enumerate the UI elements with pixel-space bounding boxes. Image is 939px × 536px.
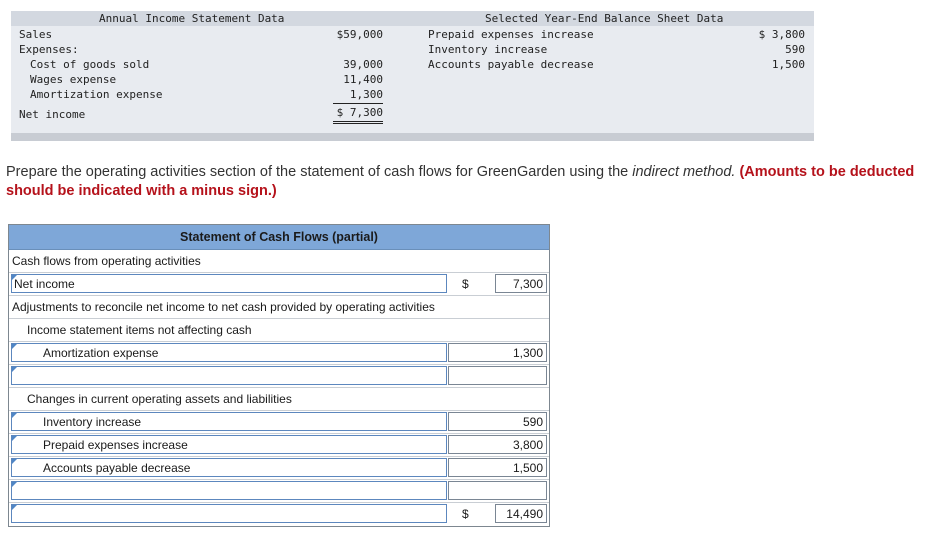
non-cash-label: Income statement items not affecting cas… <box>27 323 252 337</box>
prepaid-label: Prepaid expenses increase <box>428 28 594 41</box>
amortization-account-input[interactable]: Amortization expense <box>11 343 447 362</box>
blank-changes-account-input[interactable] <box>11 481 447 500</box>
section-label: Cash flows from operating activities <box>12 254 201 268</box>
total-account-input[interactable] <box>11 504 447 523</box>
accounts-payable-label: Accounts payable decrease <box>428 58 594 71</box>
accounts-payable-account-label: Accounts payable decrease <box>43 461 191 475</box>
blank-noncash-amount-input[interactable] <box>448 366 547 385</box>
wages-label: Wages expense <box>30 73 117 86</box>
amortization-label: Amortization expense <box>30 88 163 101</box>
accounts-payable-value: 1,500 <box>771 58 805 71</box>
amortization-account-label: Amortization expense <box>43 346 159 360</box>
prepaid-row: Prepaid expenses increase 3,800 <box>9 434 549 457</box>
dollar-sign: $ <box>462 277 469 291</box>
net-income-account-label: Net income <box>14 277 75 291</box>
prepaid-account-label: Prepaid expenses increase <box>43 438 188 452</box>
dropdown-flag-icon <box>12 505 17 510</box>
total-dollar-sign: $ <box>462 507 469 521</box>
net-income-account-input[interactable]: Net income <box>11 274 447 293</box>
blank-changes-amount-input[interactable] <box>448 481 547 500</box>
amortization-value: 1,300 <box>333 88 383 104</box>
cogs-label: Cost of goods sold <box>30 58 150 71</box>
inventory-label: Inventory increase <box>428 43 548 56</box>
blank-changes-row <box>9 480 549 503</box>
blank-noncash-row <box>9 365 549 388</box>
amortization-amount-input[interactable]: 1,300 <box>448 343 547 362</box>
given-data-panel: Annual Income Statement Data Sales $59,0… <box>11 11 814 141</box>
dropdown-flag-icon <box>12 344 17 349</box>
net-income-amount-input[interactable]: 7,300 <box>495 274 547 293</box>
prepaid-value: $ 3,800 <box>758 28 805 41</box>
sales-value: $59,000 <box>336 28 383 41</box>
non-cash-row: Income statement items not affecting cas… <box>9 319 549 342</box>
net-income-label: Net income <box>19 108 86 121</box>
adjustments-row: Adjustments to reconcile net income to n… <box>9 296 549 319</box>
dropdown-flag-icon <box>12 436 17 441</box>
prepaid-amount-input[interactable]: 3,800 <box>448 435 547 454</box>
amortization-row: Amortization expense 1,300 <box>9 342 549 365</box>
dropdown-flag-icon <box>12 367 17 372</box>
cogs-value: 39,000 <box>343 58 383 71</box>
inventory-amount-input[interactable]: 590 <box>448 412 547 431</box>
accounts-payable-account-input[interactable]: Accounts payable decrease <box>11 458 447 477</box>
inventory-row: Inventory increase 590 <box>9 411 549 434</box>
data-bottom-band <box>11 133 814 141</box>
inventory-account-input[interactable]: Inventory increase <box>11 412 447 431</box>
total-row: $ 14,490 <box>9 503 549 525</box>
instruction-text: Prepare the operating activities section… <box>6 163 931 201</box>
inventory-account-label: Inventory increase <box>43 415 142 429</box>
total-amount-input[interactable]: 14,490 <box>495 504 547 523</box>
dropdown-flag-icon <box>12 482 17 487</box>
net-income-value: $ 7,300 <box>333 106 383 124</box>
sales-label: Sales <box>19 28 53 41</box>
changes-label: Changes in current operating assets and … <box>27 392 292 406</box>
changes-row: Changes in current operating assets and … <box>9 388 549 411</box>
dropdown-flag-icon <box>12 413 17 418</box>
wages-value: 11,400 <box>343 73 383 86</box>
blank-noncash-account-input[interactable] <box>11 366 447 385</box>
expenses-label: Expenses: <box>19 43 79 56</box>
income-statement-header: Annual Income Statement Data <box>99 12 285 25</box>
statement-title: Statement of Cash Flows (partial) <box>9 225 549 250</box>
net-income-row: Net income $ 7,300 <box>9 273 549 296</box>
accounts-payable-amount-input[interactable]: 1,500 <box>448 458 547 477</box>
cash-flow-statement: Statement of Cash Flows (partial) Cash f… <box>8 224 550 527</box>
instruction-main: Prepare the operating activities section… <box>6 164 633 180</box>
section-row: Cash flows from operating activities <box>9 250 549 273</box>
prepaid-account-input[interactable]: Prepaid expenses increase <box>11 435 447 454</box>
balance-sheet-header: Selected Year-End Balance Sheet Data <box>485 12 724 25</box>
inventory-value: 590 <box>785 43 805 56</box>
accounts-payable-row: Accounts payable decrease 1,500 <box>9 457 549 480</box>
adjustments-label: Adjustments to reconcile net income to n… <box>12 300 435 314</box>
instruction-emphasis: indirect method. <box>632 164 736 180</box>
dropdown-flag-icon <box>12 459 17 464</box>
